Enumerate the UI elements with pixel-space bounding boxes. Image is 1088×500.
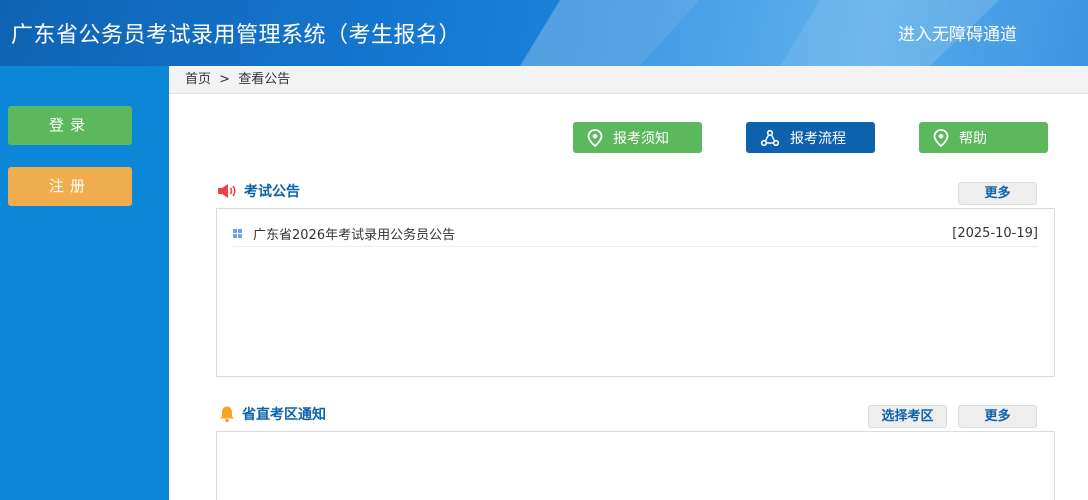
exam-guide-button[interactable]: 报考须知	[573, 122, 702, 153]
exam-notices-heading: 考试公告	[216, 181, 300, 201]
breadcrumb-separator: >	[219, 72, 231, 87]
grid-bullet-icon	[233, 228, 243, 239]
district-notices-panel	[216, 431, 1055, 500]
sidebar: 登录 注册	[0, 66, 169, 500]
district-notices-more-button[interactable]: 更多	[958, 405, 1037, 428]
location-pin-icon	[587, 128, 603, 147]
accessibility-link[interactable]: 进入无障碍通道	[898, 20, 1017, 45]
megaphone-icon	[218, 184, 236, 198]
select-area-button[interactable]: 选择考区	[868, 405, 947, 428]
location-pin-icon	[933, 128, 949, 147]
list-item[interactable]: 广东省2026年考试录用公务员公告 [2025-10-19]	[233, 221, 1038, 247]
system-title: 广东省公务员考试录用管理系统（考生报名）	[11, 23, 462, 48]
exam-process-button[interactable]: 报考流程	[746, 122, 875, 153]
header-banner: 广东省公务员考试录用管理系统（考生报名） 进入无障碍通道	[0, 0, 1088, 66]
exam-guide-label: 报考须知	[613, 130, 669, 147]
exam-process-label: 报考流程	[790, 130, 846, 147]
breadcrumb-home[interactable]: 首页	[185, 66, 211, 94]
district-notices-heading: 省直考区通知	[218, 404, 326, 424]
notice-date: [2025-10-19]	[952, 226, 1038, 241]
breadcrumb-current: 查看公告	[238, 72, 291, 87]
bell-icon	[220, 406, 234, 423]
breadcrumb: 首页 > 查看公告	[169, 66, 1088, 94]
notice-title: 广东省2026年考试录用公务员公告	[253, 228, 456, 243]
district-notices-title: 省直考区通知	[242, 407, 326, 423]
exam-notices-title: 考试公告	[244, 184, 300, 200]
exam-notices-more-button[interactable]: 更多	[958, 182, 1037, 205]
process-cycle-icon	[760, 129, 780, 146]
register-button[interactable]: 注册	[8, 167, 132, 206]
help-button[interactable]: 帮助	[919, 122, 1048, 153]
help-label: 帮助	[959, 130, 987, 147]
login-button[interactable]: 登录	[8, 106, 132, 145]
